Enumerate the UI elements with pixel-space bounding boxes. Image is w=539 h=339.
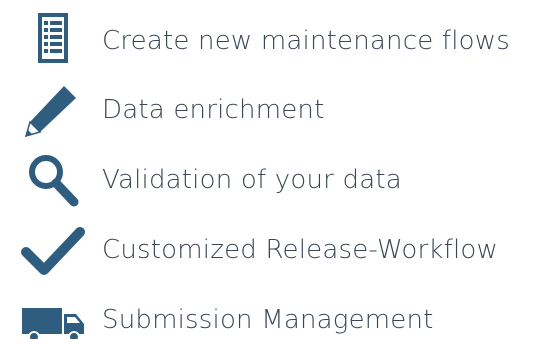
feature-label: Data enrichment bbox=[102, 95, 325, 125]
feature-item-release-workflow: Customized Release-Workflow bbox=[0, 220, 539, 280]
feature-item-submission: Submission Management bbox=[0, 290, 539, 339]
feature-list: Create new maintenance flows Data enrich… bbox=[0, 0, 539, 339]
pencil-icon bbox=[20, 80, 86, 140]
checklist-icon bbox=[20, 11, 86, 71]
feature-item-validation: Validation of your data bbox=[0, 150, 539, 210]
feature-label: Submission Management bbox=[102, 305, 434, 335]
feature-label: Validation of your data bbox=[102, 165, 402, 195]
magnifier-icon bbox=[20, 150, 86, 210]
feature-label: Create new maintenance flows bbox=[102, 26, 510, 56]
feature-item-data-enrichment: Data enrichment bbox=[0, 80, 539, 140]
feature-item-maintenance-flows: Create new maintenance flows bbox=[0, 11, 539, 71]
feature-label: Customized Release-Workflow bbox=[102, 235, 498, 265]
checkmark-icon bbox=[20, 220, 86, 280]
truck-icon bbox=[20, 290, 86, 339]
